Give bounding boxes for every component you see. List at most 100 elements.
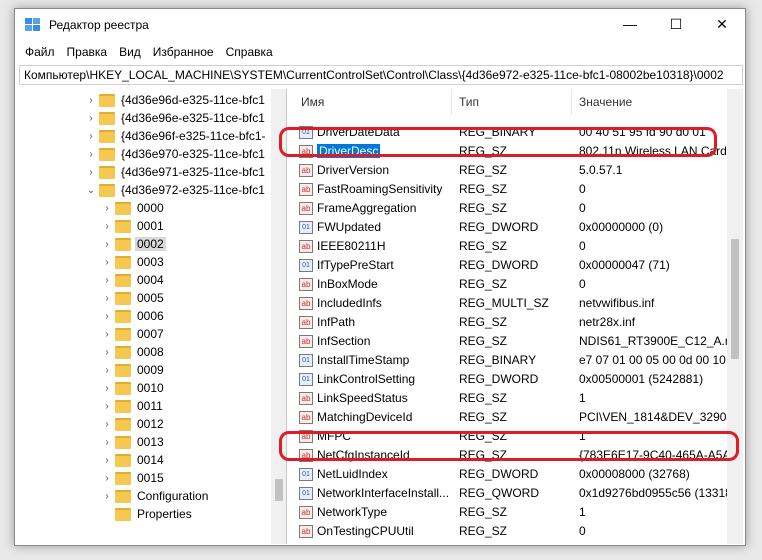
value-name: FastRoamingSensitivity bbox=[317, 182, 443, 196]
chevron-right-icon[interactable]: › bbox=[101, 293, 113, 304]
tree-item[interactable]: › 0006 bbox=[101, 307, 166, 325]
column-name-header[interactable]: Имя bbox=[301, 95, 324, 109]
value-row[interactable]: ab NetworkType REG_SZ 1 bbox=[293, 503, 723, 522]
value-row[interactable]: ab InBoxMode REG_SZ 0 bbox=[293, 275, 723, 294]
menu-edit[interactable]: Правка bbox=[61, 45, 114, 59]
folder-icon bbox=[115, 327, 131, 341]
tree-item[interactable]: › {4d36e96e-e325-11ce-bfc1 bbox=[85, 109, 267, 127]
chevron-right-icon[interactable]: › bbox=[101, 455, 113, 466]
chevron-right-icon[interactable]: › bbox=[101, 221, 113, 232]
chevron-right-icon[interactable]: › bbox=[85, 95, 97, 106]
value-row[interactable]: ab DriverVersion REG_SZ 5.0.57.1 bbox=[293, 161, 723, 180]
value-row[interactable]: 01 FWUpdated REG_DWORD 0x00000000 (0) bbox=[293, 218, 723, 237]
chevron-right-icon[interactable]: › bbox=[101, 419, 113, 430]
chevron-right-icon[interactable]: › bbox=[101, 473, 113, 484]
close-button[interactable]: ✕ bbox=[699, 9, 745, 39]
chevron-right-icon[interactable]: › bbox=[101, 329, 113, 340]
tree-item[interactable]: › 0000 bbox=[101, 199, 166, 217]
value-name-cell: 01 IfTypePreStart bbox=[299, 258, 449, 272]
address-bar[interactable]: Компьютер\HKEY_LOCAL_MACHINE\SYSTEM\Curr… bbox=[19, 65, 743, 85]
chevron-right-icon[interactable]: › bbox=[101, 257, 113, 268]
value-name: DriverVersion bbox=[317, 163, 390, 177]
value-row[interactable]: ab MatchingDeviceId REG_SZ PCI\VEN_1814&DEV… bbox=[293, 408, 743, 427]
title-bar[interactable]: Редактор реестра — ☐ ✕ bbox=[15, 9, 745, 41]
value-data-cell: 1 bbox=[579, 391, 586, 405]
tree-item-label: 0007 bbox=[137, 327, 164, 341]
value-row[interactable]: ab OnTestingCPUUtil REG_SZ 0 bbox=[293, 522, 723, 541]
tree-item[interactable]: › {4d36e970-e325-11ce-bfc1 bbox=[85, 145, 267, 163]
value-row[interactable]: 01 NetworkInterfaceInstall... REG_QWORD 0x1… bbox=[293, 484, 743, 503]
value-name: IEEE80211H bbox=[317, 239, 386, 253]
chevron-right-icon[interactable]: › bbox=[85, 149, 97, 160]
tree-item[interactable]: ⌄ {4d36e972-e325-11ce-bfc1 bbox=[85, 181, 267, 199]
menu-file[interactable]: Файл bbox=[19, 45, 61, 59]
value-data-cell: netvwifibus.inf bbox=[579, 296, 655, 310]
chevron-right-icon[interactable]: › bbox=[101, 383, 113, 394]
menu-favorites[interactable]: Избранное bbox=[147, 45, 220, 59]
tree-item[interactable]: › 0013 bbox=[101, 433, 166, 451]
tree-item[interactable]: › 0003 bbox=[101, 253, 166, 271]
chevron-right-icon[interactable]: › bbox=[85, 131, 97, 142]
value-row[interactable]: ab FrameAggregation REG_SZ 0 bbox=[293, 199, 723, 218]
tree-item[interactable]: › {4d36e96d-e325-11ce-bfc1 bbox=[85, 91, 267, 109]
tree-item[interactable]: Properties bbox=[101, 505, 194, 523]
tree-item[interactable]: › Configuration bbox=[101, 487, 210, 505]
tree-scrollbar[interactable] bbox=[271, 89, 286, 544]
tree-item[interactable]: › 0009 bbox=[101, 361, 166, 379]
column-separator[interactable] bbox=[571, 89, 572, 115]
tree-item[interactable]: › 0008 bbox=[101, 343, 166, 361]
menu-help[interactable]: Справка bbox=[220, 45, 279, 59]
value-row[interactable]: ab LinkSpeedStatus REG_SZ 1 bbox=[293, 389, 723, 408]
column-separator[interactable] bbox=[451, 89, 452, 115]
chevron-right-icon[interactable]: › bbox=[101, 437, 113, 448]
tree-item-label: 0008 bbox=[137, 345, 164, 359]
minimize-button[interactable]: — bbox=[607, 9, 653, 39]
chevron-right-icon[interactable]: › bbox=[101, 239, 113, 250]
value-name: NetLuidIndex bbox=[317, 467, 388, 481]
tree-item-label: {4d36e96e-e325-11ce-bfc1 bbox=[121, 111, 265, 125]
folder-icon bbox=[99, 93, 115, 107]
value-name: OnTestingCPUUtil bbox=[317, 524, 414, 538]
value-row[interactable]: 01 NetLuidIndex REG_DWORD 0x00008000 (32768… bbox=[293, 465, 723, 484]
chevron-right-icon[interactable]: › bbox=[101, 401, 113, 412]
tree-item[interactable]: › 0005 bbox=[101, 289, 166, 307]
tree-item[interactable]: › 0010 bbox=[101, 379, 166, 397]
menu-view[interactable]: Вид bbox=[113, 45, 147, 59]
chevron-right-icon[interactable]: › bbox=[101, 203, 113, 214]
tree-item[interactable]: › 0007 bbox=[101, 325, 166, 343]
chevron-right-icon[interactable]: › bbox=[85, 113, 97, 124]
value-row[interactable]: 01 InstallTimeStamp REG_BINARY e7 07 01 00 … bbox=[293, 351, 743, 370]
value-row[interactable]: ab FastRoamingSensitivity REG_SZ 0 bbox=[293, 180, 723, 199]
tree-item[interactable]: › {4d36e971-e325-11ce-bfc1 bbox=[85, 163, 267, 181]
tree-item[interactable]: › 0015 bbox=[101, 469, 166, 487]
tree-item[interactable]: › 0002 bbox=[101, 235, 166, 253]
chevron-down-icon[interactable]: ⌄ bbox=[85, 185, 97, 196]
tree-item[interactable]: › 0011 bbox=[101, 397, 165, 415]
tree-item[interactable]: › 0001 bbox=[101, 217, 166, 235]
chevron-right-icon[interactable]: › bbox=[85, 167, 97, 178]
value-row[interactable]: 01 IfTypePreStart REG_DWORD 0x00000047 (71) bbox=[293, 256, 723, 275]
value-row[interactable]: ab InfPath REG_SZ netr28x.inf bbox=[293, 313, 723, 332]
chevron-right-icon[interactable]: › bbox=[101, 491, 113, 502]
value-row[interactable]: 01 LinkControlSetting REG_DWORD 0x00500001 … bbox=[293, 370, 723, 389]
chevron-right-icon[interactable]: › bbox=[101, 275, 113, 286]
chevron-right-icon[interactable]: › bbox=[101, 365, 113, 376]
values-scrollbar-thumb[interactable] bbox=[731, 239, 739, 359]
maximize-button[interactable]: ☐ bbox=[653, 9, 699, 39]
value-row[interactable]: ab IEEE80211H REG_SZ 0 bbox=[293, 237, 723, 256]
tree-item[interactable]: › {4d36e96f-e325-11ce-bfc1- bbox=[85, 127, 268, 145]
tree-item-label: {4d36e971-e325-11ce-bfc1 bbox=[121, 165, 265, 179]
value-data-cell: e7 07 01 00 05 00 0d 00 10 00 1a bbox=[579, 353, 743, 367]
chevron-right-icon[interactable]: › bbox=[101, 311, 113, 322]
values-list-pane: Имя Тип Значение 01 DriverDateData REG_BIN… bbox=[293, 89, 743, 544]
tree-item[interactable]: › 0004 bbox=[101, 271, 166, 289]
values-scrollbar[interactable] bbox=[727, 89, 743, 544]
column-type-header[interactable]: Тип bbox=[459, 95, 479, 109]
column-value-header[interactable]: Значение bbox=[579, 95, 632, 109]
tree-scrollbar-thumb[interactable] bbox=[275, 479, 283, 501]
value-row[interactable]: ab IncludedInfs REG_MULTI_SZ netvwifibus.in… bbox=[293, 294, 723, 313]
chevron-right-icon[interactable]: › bbox=[101, 347, 113, 358]
value-row[interactable]: ab InfSection REG_SZ NDIS61_RT3900E_C12_A.n… bbox=[293, 332, 743, 351]
tree-item[interactable]: › 0014 bbox=[101, 451, 166, 469]
tree-item[interactable]: › 0012 bbox=[101, 415, 166, 433]
